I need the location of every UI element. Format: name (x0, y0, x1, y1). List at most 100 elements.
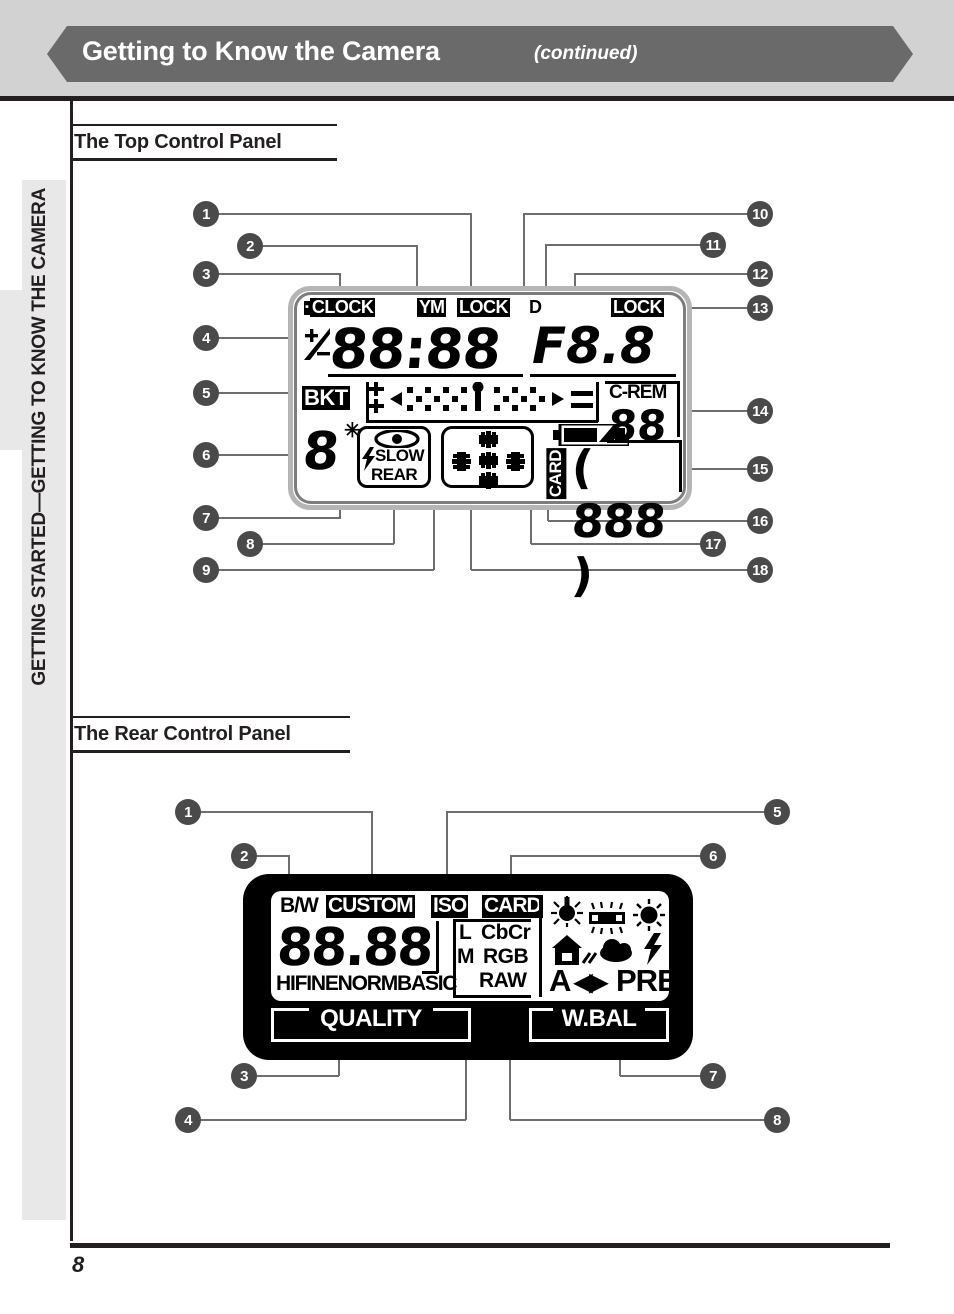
callout-top-16[interactable]: 16 (747, 508, 773, 534)
quality-norm: NORM (337, 972, 399, 995)
callout-rear-4[interactable]: 4 (175, 1107, 201, 1133)
leader-rear-3 (256, 1075, 339, 1077)
c-rem-top-rule (605, 381, 679, 384)
lcd-screen-area: ▪ CLOCK YM LOCK D LOCK 88:88 F8.8 BKT C-… (300, 297, 682, 602)
bw-indicator: B/W (280, 894, 319, 917)
remaining-right-rule (679, 440, 682, 492)
d-indicator: D (529, 297, 542, 317)
shutter-underline (328, 374, 523, 377)
callout-rear-2[interactable]: 2 (231, 843, 257, 869)
callout-top-11[interactable]: 11 (700, 232, 726, 258)
callout-top-4[interactable]: 4 (193, 325, 219, 351)
cloud-icon (600, 939, 632, 962)
wb-preset-label: PRE (616, 963, 678, 998)
callout-rear-1[interactable]: 1 (175, 799, 201, 825)
leader-rear-1 (200, 811, 372, 813)
c-rem-right-rule (677, 381, 680, 437)
leader-rear-4 (200, 1119, 466, 1121)
card-indicator: CARD (546, 448, 567, 500)
callout-top-14[interactable]: 14 (747, 398, 773, 424)
leader-top-12 (575, 273, 748, 275)
callout-top-18[interactable]: 18 (747, 557, 773, 583)
lock-indicator-right: LOCK (611, 297, 664, 318)
leader-top-7 (218, 517, 341, 519)
wb-right-arrow-icon: ▶ (589, 969, 608, 996)
bulb-icon (551, 896, 583, 927)
leader-rear-6 (511, 855, 701, 857)
leader-rear-2 (256, 855, 289, 857)
rear-main-digits: 88.88 (275, 918, 434, 978)
colormode-raw-label: RAW (479, 969, 527, 992)
callout-rear-7[interactable]: 7 (700, 1063, 726, 1089)
exposure-compensation-icon (302, 324, 332, 364)
manual-page: Getting to Know the Camera (continued) G… (0, 0, 954, 1314)
callout-top-2[interactable]: 2 (237, 233, 263, 259)
custom-indicator: CUSTOM (326, 894, 415, 918)
callout-top-5[interactable]: 5 (193, 380, 219, 406)
callout-rear-5[interactable]: 5 (764, 799, 790, 825)
section-heading-label: The Top Control Panel (74, 131, 282, 153)
callout-top-13[interactable]: 13 (747, 295, 773, 321)
leader-top-1 (218, 213, 471, 215)
leader-rear-7 (620, 1075, 701, 1077)
analog-bracket-right (596, 382, 599, 422)
leader-top-3 (218, 273, 341, 275)
rear-lcd-screen-area: B/W CUSTOM ISO CARD 88.88 HIFINENORMBASI… (271, 891, 678, 1001)
quality-bracket-right (436, 921, 439, 973)
shutter-speed-digits: 88:88 (327, 317, 503, 381)
size-mode-bracket-bottom (453, 995, 531, 998)
callout-rear-3[interactable]: 3 (231, 1063, 257, 1089)
exposures-remaining-digits: (888) (570, 440, 667, 602)
wb-section-divider (539, 895, 542, 997)
section-heading-rear-panel: The Rear Control Panel (72, 716, 350, 753)
size-l-label: L (459, 921, 472, 944)
callout-top-6[interactable]: 6 (193, 442, 219, 468)
page-number: 8 (72, 1252, 85, 1277)
analog-bracket-bottom (366, 420, 598, 423)
footer-divider (70, 1243, 890, 1248)
sun-icon (633, 899, 665, 931)
colormode-cbcr-label: CbCr (481, 921, 531, 944)
flash-bolt-icon (644, 933, 662, 965)
header-divider (0, 96, 954, 101)
leader-top-9 (218, 569, 434, 571)
wbal-label: W.BAL (561, 1005, 637, 1032)
quality-hi: HI (276, 972, 296, 995)
callout-top-1[interactable]: 1 (193, 201, 219, 227)
slow-label: SLOW (375, 446, 425, 465)
analog-exposure-display (368, 381, 598, 418)
chapter-tab-notch (0, 290, 22, 450)
wbal-label-bracket: W.BAL (529, 1005, 669, 1042)
callout-top-17[interactable]: 17 (700, 531, 726, 557)
house-shade-icon (552, 935, 598, 965)
iso-indicator: ISO (431, 894, 469, 918)
callout-top-15[interactable]: 15 (747, 456, 773, 482)
callout-top-3[interactable]: 3 (193, 261, 219, 287)
leader-top-11 (546, 244, 701, 246)
size-m-label: M (457, 945, 475, 968)
heading-rule-bottom-2 (72, 750, 350, 753)
ym-indicator: YM (417, 297, 446, 318)
size-mode-bracket-left (453, 919, 456, 997)
heading-rule-bottom (72, 158, 337, 161)
section-heading-label-2: The Rear Control Panel (74, 723, 291, 745)
wb-icons-group (547, 895, 665, 967)
top-control-panel-lcd: ▪ CLOCK YM LOCK D LOCK 88:88 F8.8 BKT C-… (288, 286, 692, 602)
lock-indicator-left: LOCK (457, 297, 510, 318)
quality-basic: BASIC (397, 972, 458, 995)
chapter-tab-label: GETTING STARTED—GETTING TO KNOW THE CAME… (29, 188, 50, 686)
callout-top-9[interactable]: 9 (193, 557, 219, 583)
frame-counter-digit: 8 (300, 422, 343, 482)
analog-bracket-left (366, 382, 369, 422)
callout-top-7[interactable]: 7 (193, 505, 219, 531)
leader-top-15 (686, 468, 748, 470)
clock-indicator: CLOCK (309, 297, 376, 318)
leader-top-2 (262, 245, 417, 247)
callout-rear-8[interactable]: 8 (764, 1107, 790, 1133)
af-area-box (441, 426, 534, 489)
callout-top-8[interactable]: 8 (237, 531, 263, 557)
callout-top-10[interactable]: 10 (747, 201, 773, 227)
callout-top-12[interactable]: 12 (747, 261, 773, 287)
quality-label-bracket: QUALITY (271, 1005, 471, 1042)
callout-rear-6[interactable]: 6 (700, 843, 726, 869)
